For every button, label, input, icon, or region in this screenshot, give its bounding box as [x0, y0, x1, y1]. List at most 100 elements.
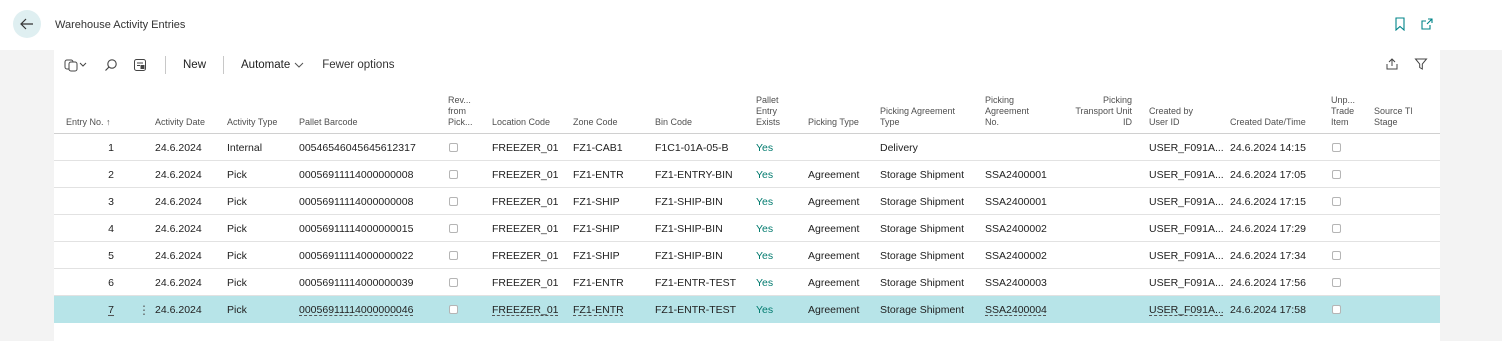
- cell-created-date-time: 24.6.2024 17:05: [1230, 169, 1306, 181]
- new-button[interactable]: New: [183, 59, 206, 71]
- cell-unpacked-trade-item-checkbox[interactable]: [1332, 278, 1341, 287]
- cell-bin-code: F1C1-01A-05-B: [655, 142, 729, 154]
- cell-pallet-barcode: 00056911114000000015: [299, 223, 414, 235]
- cell-entry-no[interactable]: 6: [90, 277, 114, 289]
- cell-picking-type: Agreement: [808, 196, 860, 208]
- cell-bin-code: FZ1-SHIP-BIN: [655, 223, 723, 235]
- col-picking-agreement-no[interactable]: Picking Agreement No.: [985, 95, 1029, 128]
- col-pallet-line3: Exists: [756, 117, 781, 127]
- cell-activity-type: Internal: [227, 142, 263, 154]
- table-row[interactable]: 6 24.6.2024 Pick 00056911114000000039 FREEZE…: [54, 269, 1440, 296]
- table-row[interactable]: 1 24.6.2024 Internal 00546546045645612317 FR…: [54, 134, 1440, 161]
- col-created-date-time[interactable]: Created Date/Time: [1230, 117, 1306, 128]
- cell-pallet-entry-exists: Yes: [756, 250, 774, 262]
- search-button[interactable]: [104, 50, 118, 80]
- cell-reversed-from-pick-checkbox[interactable]: [449, 170, 458, 179]
- col-location-code[interactable]: Location Code: [492, 117, 550, 128]
- cell-entry-no[interactable]: 1: [90, 142, 114, 154]
- cell-entry-no[interactable]: 3: [90, 196, 114, 208]
- row-actions-icon[interactable]: ⋮: [138, 303, 150, 317]
- cell-unpacked-trade-item-checkbox[interactable]: [1332, 224, 1341, 233]
- cell-entry-no[interactable]: 2: [90, 169, 114, 181]
- cell-reversed-from-pick-checkbox[interactable]: [449, 305, 458, 314]
- col-activity-date[interactable]: Activity Date: [155, 117, 205, 128]
- cell-unpacked-trade-item-checkbox[interactable]: [1332, 197, 1341, 206]
- divider: [223, 56, 225, 74]
- cell-unpacked-trade-item-checkbox[interactable]: [1332, 143, 1341, 152]
- cell-activity-date: 24.6.2024: [155, 304, 202, 316]
- cell-reversed-from-pick-checkbox[interactable]: [449, 197, 458, 206]
- cell-picking-agreement-type: Delivery: [880, 142, 918, 154]
- col-zone-code[interactable]: Zone Code: [573, 117, 618, 128]
- filter-icon[interactable]: [1414, 57, 1428, 76]
- cell-zone-code: FZ1-SHIP: [573, 250, 620, 262]
- col-pallet-entry-exists[interactable]: Pallet Entry Exists: [756, 95, 780, 128]
- open-new-window-icon[interactable]: [1420, 17, 1434, 31]
- col-pan-line2: Agreement: [985, 106, 1030, 116]
- cell-picking-type: Agreement: [808, 250, 860, 262]
- entries-table: Entry No. ↑ Activity Date Activity Type …: [54, 88, 1440, 323]
- col-pallet-line1: Pallet: [756, 95, 779, 105]
- col-reversed-from-pick[interactable]: Rev... from Pick...: [448, 95, 473, 128]
- fewer-options-button[interactable]: Fewer options: [322, 59, 394, 71]
- cell-picking-agreement-no: SSA2400003: [985, 277, 1047, 289]
- cell-activity-type: Pick: [227, 196, 247, 208]
- cell-entry-no[interactable]: 4: [90, 223, 114, 235]
- table-row[interactable]: 3 24.6.2024 Pick 00056911114000000008 FREEZE…: [54, 188, 1440, 215]
- cell-reversed-from-pick-checkbox[interactable]: [449, 143, 458, 152]
- cell-unpacked-trade-item-checkbox[interactable]: [1332, 305, 1341, 314]
- cell-zone-code: FZ1-SHIP: [573, 196, 620, 208]
- cell-picking-agreement-type: Storage Shipment: [880, 169, 965, 181]
- cell-unpacked-trade-item-checkbox[interactable]: [1332, 251, 1341, 260]
- col-unp-line3: Item: [1331, 117, 1349, 127]
- col-created-by-user-id[interactable]: Created by User ID: [1149, 106, 1193, 128]
- edit-list-button[interactable]: [133, 50, 147, 80]
- automate-button[interactable]: Automate: [241, 59, 290, 71]
- cell-pallet-barcode: 00546546045645612317: [299, 142, 416, 154]
- cell-activity-type: Pick: [227, 277, 247, 289]
- cell-reversed-from-pick-checkbox[interactable]: [449, 278, 458, 287]
- col-picking-agreement-type[interactable]: Picking Agreement Type: [880, 106, 955, 128]
- cell-activity-type: Pick: [227, 223, 247, 235]
- cell-pallet-entry-exists: Yes: [756, 169, 774, 181]
- cell-entry-no[interactable]: 7: [90, 304, 114, 316]
- cell-created-by: USER_F091A...: [1149, 304, 1224, 316]
- cell-picking-type: Agreement: [808, 169, 860, 181]
- cell-picking-agreement-type: Storage Shipment: [880, 277, 965, 289]
- table-row[interactable]: 5 24.6.2024 Pick 00056911114000000022 FREEZE…: [54, 242, 1440, 269]
- cell-zone-code: FZ1-SHIP: [573, 223, 620, 235]
- col-rev-line2: from: [448, 106, 466, 116]
- col-ptu-line2: Transport Unit: [1075, 106, 1132, 116]
- col-pallet-barcode[interactable]: Pallet Barcode: [299, 117, 358, 128]
- col-picking-type[interactable]: Picking Type: [808, 117, 859, 128]
- col-activity-type[interactable]: Activity Type: [227, 117, 277, 128]
- cell-activity-date: 24.6.2024: [155, 223, 202, 235]
- cell-pallet-barcode: 00056911114000000008: [299, 169, 414, 181]
- table-row[interactable]: 7 24.6.2024 Pick 00056911114000000046 FREEZE…: [54, 296, 1440, 323]
- list-content: New Automate Fewer options Entry No. ↑ A…: [54, 50, 1440, 341]
- col-cb-line1: Created by: [1149, 106, 1194, 116]
- view-switch-button[interactable]: [64, 50, 88, 80]
- col-bin-code[interactable]: Bin Code: [655, 117, 692, 128]
- cell-unpacked-trade-item-checkbox[interactable]: [1332, 170, 1341, 179]
- col-unpacked-trade-item[interactable]: Unp... Trade Item: [1331, 95, 1355, 128]
- cell-created-by: USER_F091A...: [1149, 277, 1224, 289]
- col-entry-no[interactable]: Entry No. ↑: [66, 117, 111, 128]
- col-cb-line2: User ID: [1149, 117, 1180, 127]
- cell-reversed-from-pick-checkbox[interactable]: [449, 251, 458, 260]
- table-row[interactable]: 4 24.6.2024 Pick 00056911114000000015 FREEZE…: [54, 215, 1440, 242]
- col-unp-line1: Unp...: [1331, 95, 1356, 105]
- cell-zone-code: FZ1-ENTR: [573, 169, 624, 181]
- cell-created-date-time: 24.6.2024 17:34: [1230, 250, 1306, 262]
- cell-created-date-time: 24.6.2024 14:15: [1230, 142, 1306, 154]
- share-icon[interactable]: [1385, 57, 1399, 76]
- col-source-tl-stage[interactable]: Source Tl Stage: [1374, 106, 1412, 128]
- table-row[interactable]: 2 24.6.2024 Pick 00056911114000000008 FREEZE…: [54, 161, 1440, 188]
- col-picking-transport-unit-id[interactable]: Picking Transport Unit ID: [1060, 95, 1132, 128]
- cell-picking-type: Agreement: [808, 277, 860, 289]
- back-button[interactable]: [13, 10, 41, 38]
- cell-entry-no[interactable]: 5: [90, 250, 114, 262]
- col-pallet-line2: Entry: [756, 106, 778, 116]
- bookmark-icon[interactable]: [1394, 17, 1408, 31]
- cell-reversed-from-pick-checkbox[interactable]: [449, 224, 458, 233]
